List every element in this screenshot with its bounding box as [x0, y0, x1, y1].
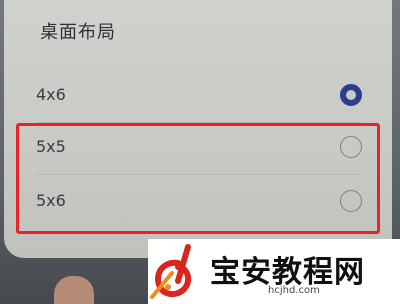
- dialog-title: 桌面布局: [40, 22, 116, 43]
- finger: [54, 276, 94, 304]
- phone-screen: 桌面布局 4x6 5x5 5x6 宝安教程网 hcjhd.com: [0, 0, 400, 304]
- option-4x6[interactable]: 4x6: [4, 72, 392, 120]
- watermark-logo-icon: [150, 244, 192, 299]
- option-label: 4x6: [36, 85, 66, 104]
- watermark: 宝安教程网 hcjhd.com: [148, 239, 400, 304]
- watermark-url: hcjhd.com: [268, 285, 320, 296]
- annotation-highlight-box: [16, 123, 380, 234]
- radio-selected-icon[interactable]: [340, 84, 362, 106]
